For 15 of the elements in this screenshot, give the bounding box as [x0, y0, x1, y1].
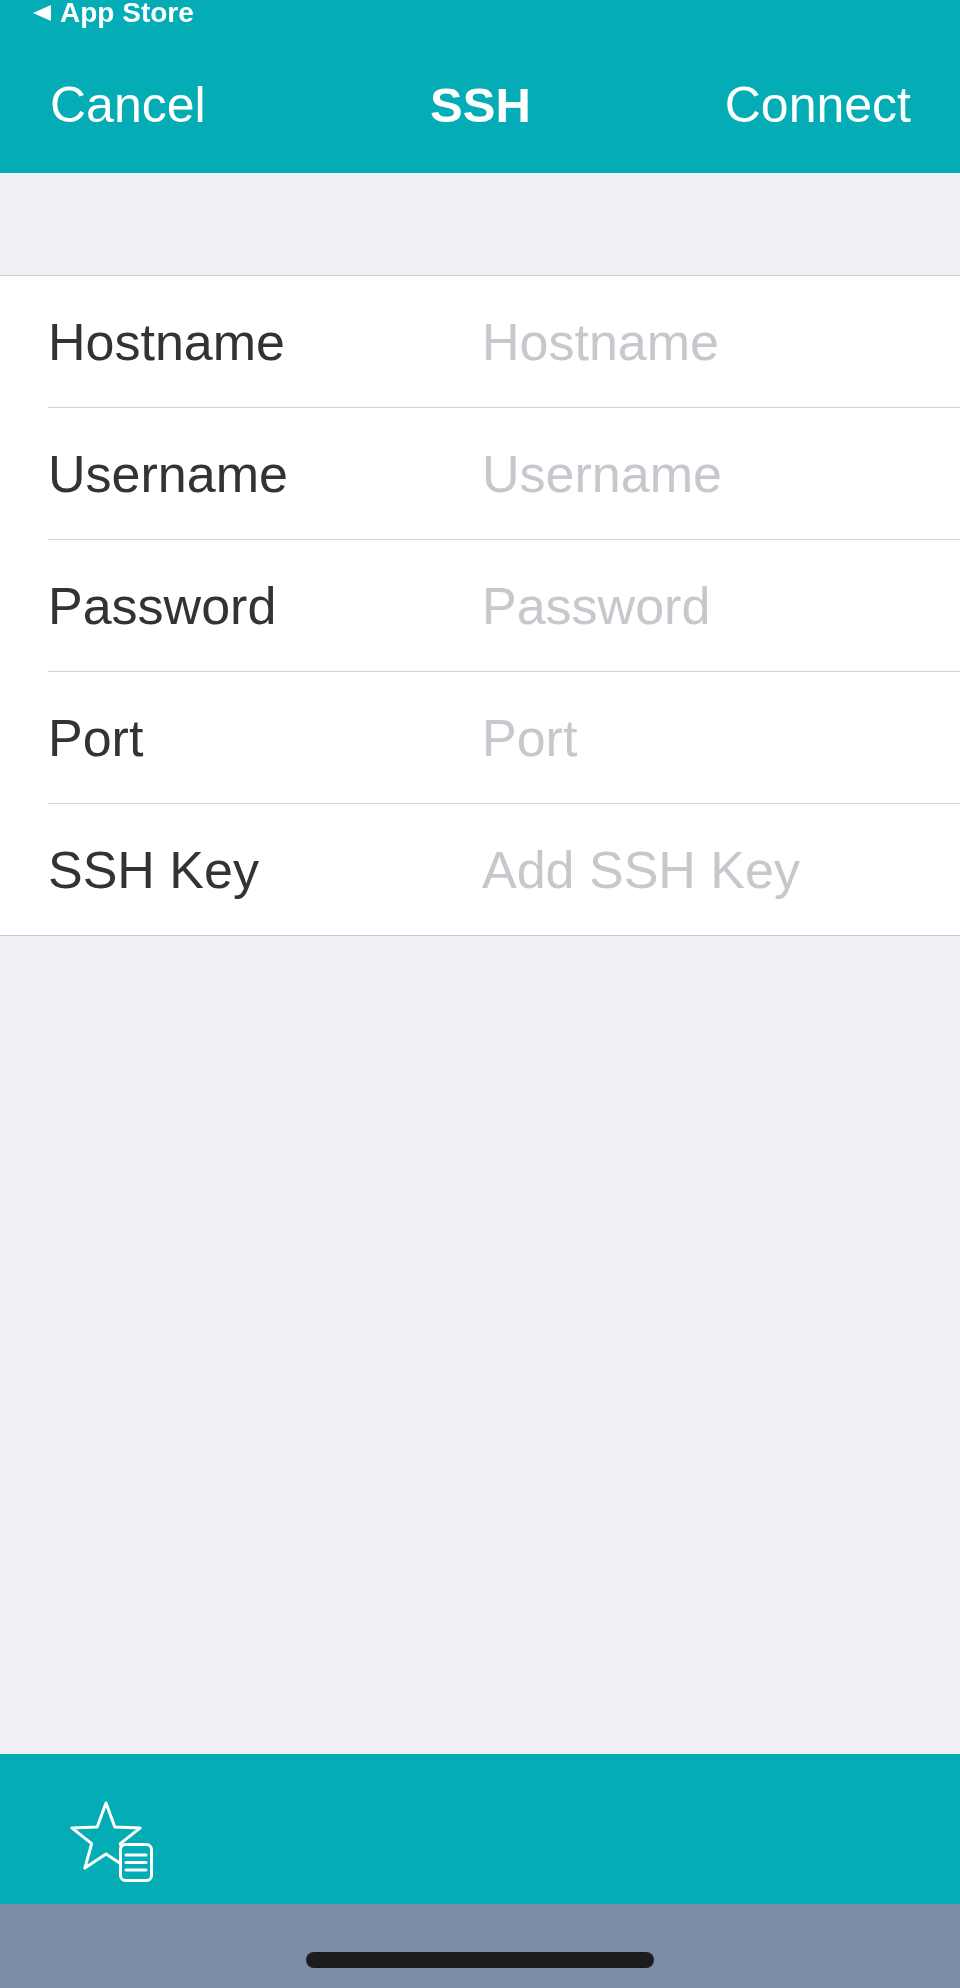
field-label: SSH Key — [48, 839, 260, 901]
field-label: Hostname — [48, 311, 286, 373]
text-field[interactable]: Hostname — [482, 310, 960, 373]
back-icon — [33, 5, 51, 21]
screen-title: SSH — [430, 76, 531, 134]
field-label: Password — [48, 575, 278, 637]
back-link[interactable]: App Store — [33, 0, 194, 26]
text-field[interactable]: Port — [482, 706, 960, 769]
text-field[interactable]: Password — [482, 574, 960, 637]
field-label: Username — [48, 443, 289, 505]
field-label: Port — [48, 707, 145, 769]
connect-button[interactable]: Connect — [724, 74, 911, 135]
cancel-button[interactable]: Cancel — [50, 74, 206, 135]
text-field[interactable]: Username — [482, 442, 960, 505]
text-field[interactable]: Add SSH Key — [482, 838, 960, 901]
